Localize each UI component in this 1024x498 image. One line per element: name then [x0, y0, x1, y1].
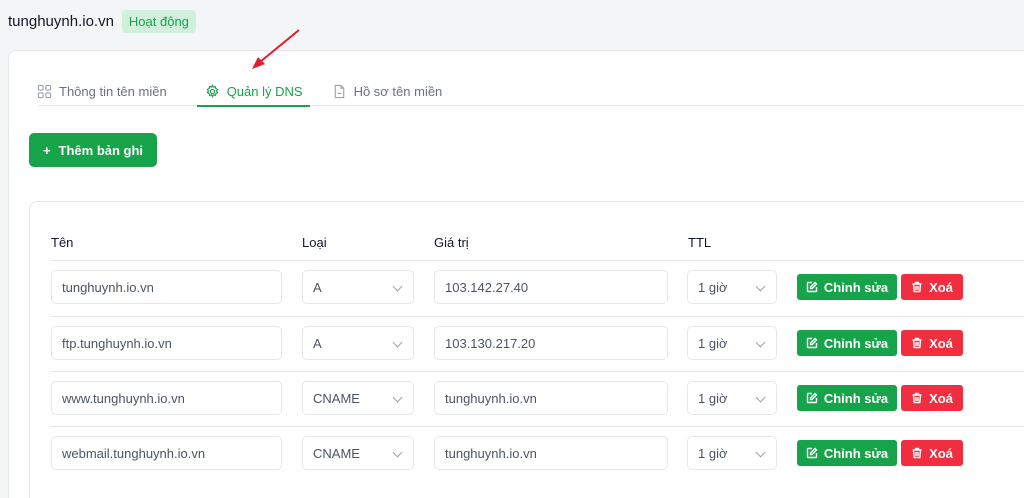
record-ttl-select[interactable]: 1 giờ — [687, 381, 777, 415]
record-value-input[interactable]: 103.142.27.40 — [434, 270, 668, 304]
domain-panel: Thông tin tên miền Quản lý DNS Hồ sơ tên… — [8, 50, 1024, 498]
delete-record-button[interactable]: Xoá — [901, 385, 963, 411]
record-type-select-text: A — [313, 335, 322, 351]
record-value-input[interactable]: tunghuynh.io.vn — [434, 436, 668, 470]
record-name-input[interactable]: tunghuynh.io.vn — [51, 270, 282, 304]
record-name-input-text: tunghuynh.io.vn — [62, 279, 154, 295]
record-ttl-select[interactable]: 1 giờ — [687, 436, 777, 470]
record-type-select-text: CNAME — [313, 390, 360, 406]
tab-dns-management[interactable]: Quản lý DNS — [196, 76, 310, 107]
edit-label: Chỉnh sửa — [823, 279, 889, 295]
edit-record-button[interactable]: Chỉnh sửa — [797, 385, 897, 411]
tab-domain-profile[interactable]: Hồ sơ tên miền — [332, 76, 451, 106]
domain-title: tunghuynh.io.vn — [8, 12, 114, 30]
record-ttl-select[interactable]: 1 giờ — [687, 326, 777, 360]
record-ttl-select-text: 1 giờ — [698, 445, 728, 461]
column-header-type: Loại — [302, 235, 327, 250]
edit-record-button[interactable]: Chỉnh sửa — [797, 440, 897, 466]
record-name-input[interactable]: ftp.tunghuynh.io.vn — [51, 326, 282, 360]
trash-icon — [912, 392, 922, 404]
trash-icon — [912, 281, 922, 293]
record-ttl-select-text: 1 giờ — [698, 335, 728, 351]
add-record-button[interactable]: + Thêm bản ghi — [29, 133, 157, 167]
record-value-input-text: 103.130.217.20 — [445, 335, 536, 351]
edit-icon — [806, 337, 818, 349]
tab-domain-info[interactable]: Thông tin tên miền — [37, 76, 175, 106]
delete-label: Xoá — [929, 445, 953, 461]
record-name-input-text: ftp.tunghuynh.io.vn — [62, 335, 172, 351]
record-ttl-select[interactable]: 1 giờ — [687, 270, 777, 304]
record-value-input-text: 103.142.27.40 — [445, 279, 529, 295]
record-type-select[interactable]: CNAME — [302, 381, 414, 415]
record-value-input[interactable]: 103.130.217.20 — [434, 326, 668, 360]
status-badge: Hoạt động — [121, 9, 196, 33]
row-divider — [50, 316, 1024, 317]
tab-label: Hồ sơ tên miền — [353, 83, 443, 99]
plus-icon: + — [42, 142, 51, 158]
column-header-name: Tên — [51, 235, 74, 250]
row-divider — [50, 371, 1024, 372]
edit-label: Chỉnh sửa — [823, 390, 889, 406]
file-icon — [334, 84, 344, 98]
record-type-select[interactable]: CNAME — [302, 436, 414, 470]
record-name-input-text: www.tunghuynh.io.vn — [62, 390, 185, 406]
tab-label: Thông tin tên miền — [59, 83, 167, 99]
delete-label: Xoá — [929, 335, 953, 351]
grid-icon — [37, 84, 52, 98]
gear-icon — [206, 83, 218, 98]
record-type-select[interactable]: A — [302, 270, 414, 304]
delete-record-button[interactable]: Xoá — [901, 330, 963, 356]
trash-icon — [912, 447, 922, 459]
edit-icon — [806, 281, 818, 293]
record-ttl-select-text: 1 giờ — [698, 279, 728, 295]
record-value-input-text: tunghuynh.io.vn — [445, 390, 537, 406]
record-name-input[interactable]: webmail.tunghuynh.io.vn — [51, 436, 282, 470]
delete-record-button[interactable]: Xoá — [901, 274, 963, 300]
record-value-input-text: tunghuynh.io.vn — [445, 445, 537, 461]
column-header-ttl: TTL — [688, 235, 712, 250]
delete-record-button[interactable]: Xoá — [901, 440, 963, 466]
row-divider — [50, 260, 1024, 261]
delete-label: Xoá — [929, 279, 953, 295]
record-type-select-text: CNAME — [313, 445, 360, 461]
edit-record-button[interactable]: Chỉnh sửa — [797, 330, 897, 356]
header: tunghuynh.io.vn Hoạt động — [8, 9, 196, 33]
record-type-select-text: A — [313, 279, 322, 295]
edit-label: Chỉnh sửa — [823, 335, 889, 351]
record-name-input-text: webmail.tunghuynh.io.vn — [62, 445, 206, 461]
record-value-input[interactable]: tunghuynh.io.vn — [434, 381, 668, 415]
edit-icon — [806, 392, 818, 404]
edit-record-button[interactable]: Chỉnh sửa — [797, 274, 897, 300]
tab-label: Quản lý DNS — [226, 83, 303, 99]
trash-icon — [912, 337, 922, 349]
record-name-input[interactable]: www.tunghuynh.io.vn — [51, 381, 282, 415]
dns-records-table: Tên Loại Giá trị TTL tunghuynh.io.vn A 103… — [29, 201, 1024, 498]
delete-label: Xoá — [929, 390, 953, 406]
annotation-arrow-icon — [252, 29, 300, 69]
edit-icon — [806, 447, 818, 459]
add-record-label: Thêm bản ghi — [58, 142, 144, 158]
edit-label: Chỉnh sửa — [823, 445, 889, 461]
record-type-select[interactable]: A — [302, 326, 414, 360]
row-divider — [50, 426, 1024, 427]
tab-bar: Thông tin tên miền Quản lý DNS Hồ sơ tên… — [37, 76, 1024, 107]
column-header-value: Giá trị — [434, 235, 469, 250]
record-ttl-select-text: 1 giờ — [698, 390, 728, 406]
